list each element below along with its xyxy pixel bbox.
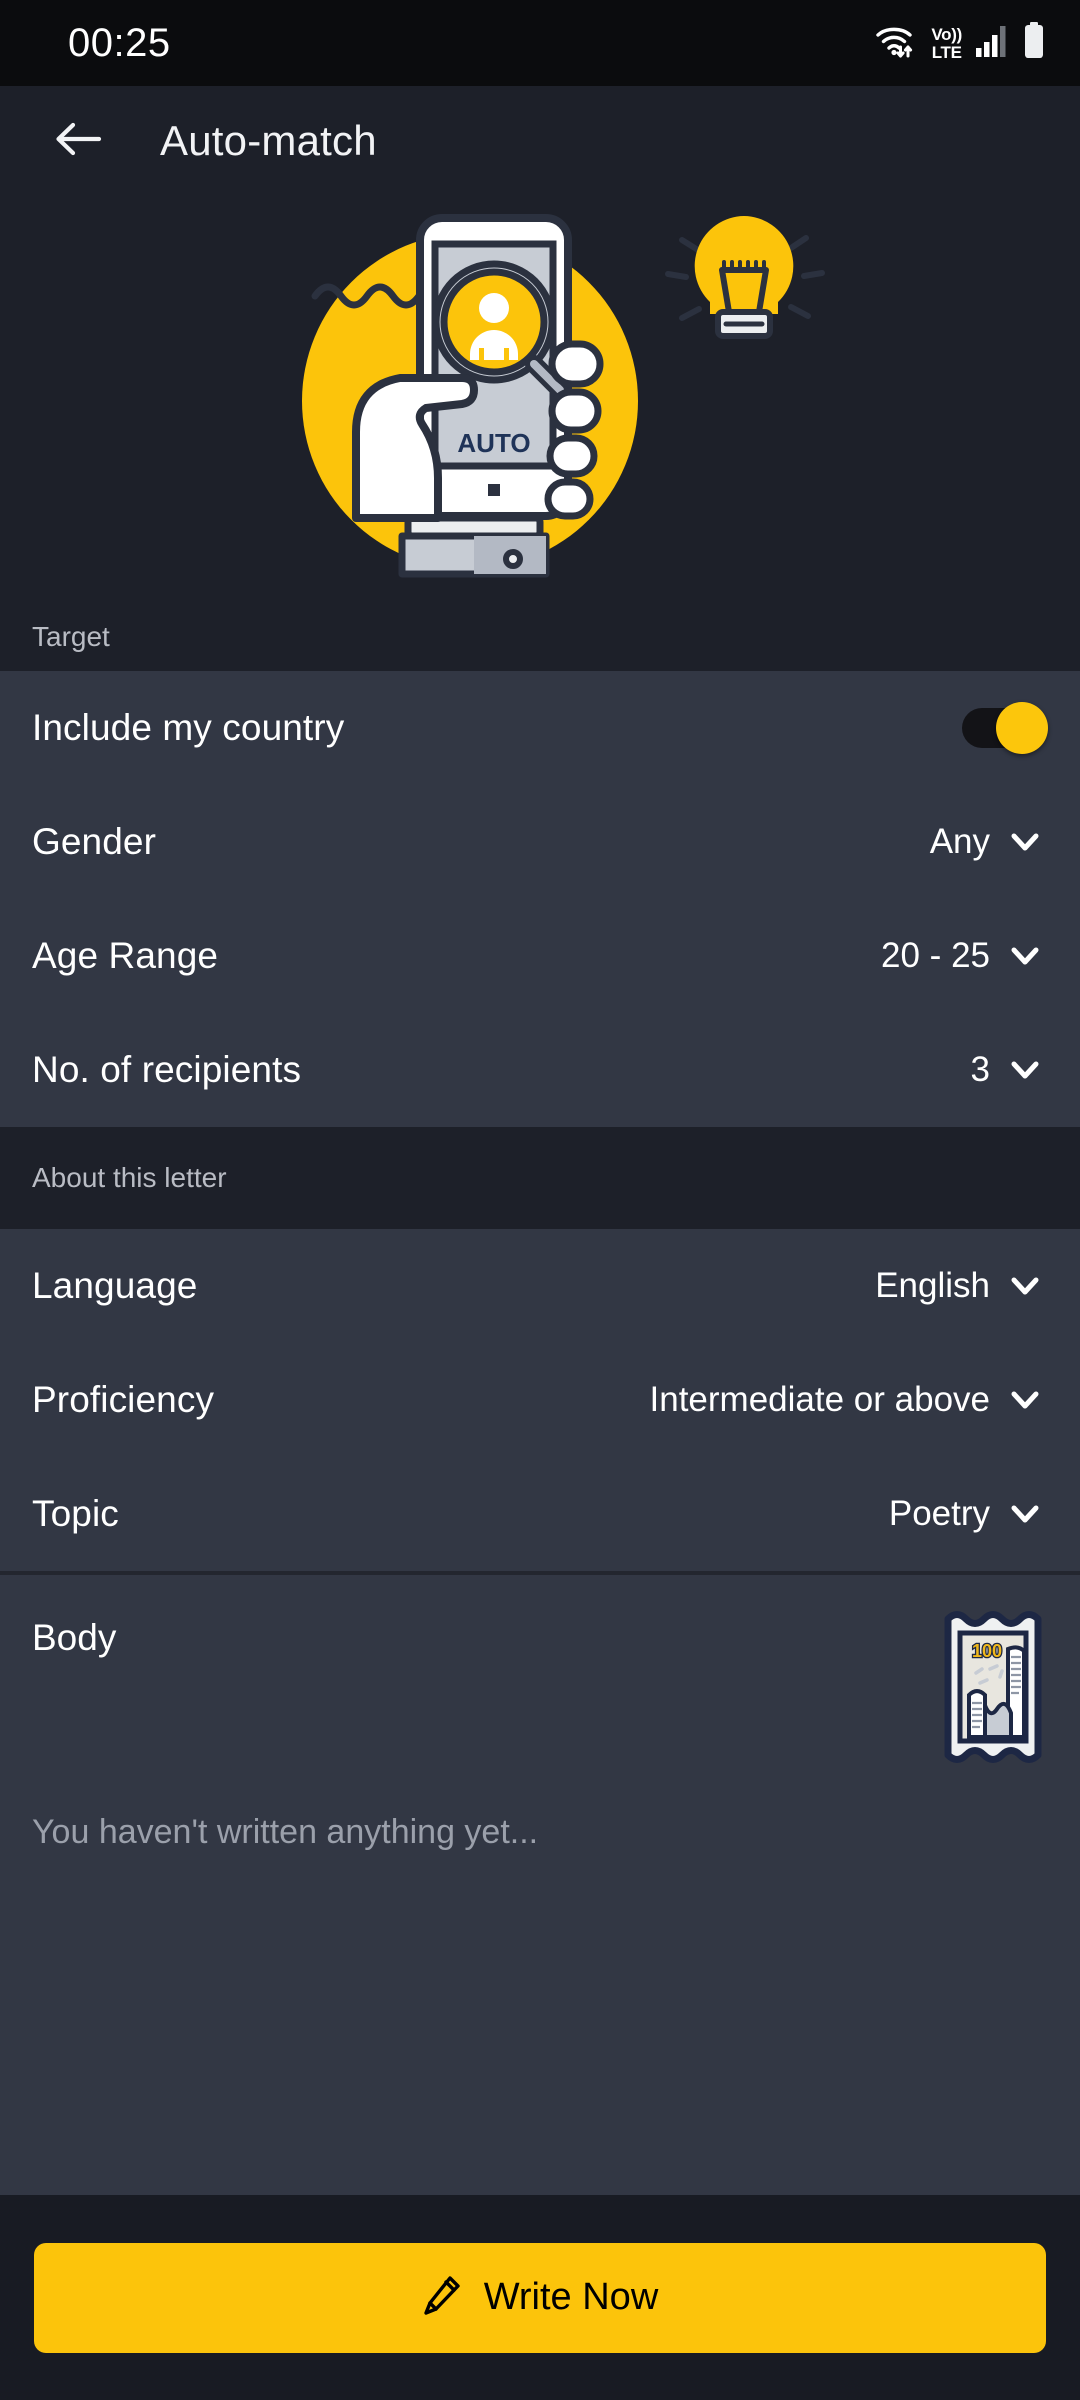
chevron-down-icon — [1008, 1053, 1042, 1087]
battery-full-icon — [1022, 21, 1046, 65]
chevron-down-icon — [1008, 1269, 1042, 1303]
app-bar: Auto-match — [0, 86, 1080, 196]
age-range-value: 20 - 25 — [881, 936, 990, 975]
section-header-about-this-letter: About this letter — [0, 1127, 1080, 1229]
volte-icon: Vo)) LTE — [931, 26, 962, 61]
topic-select[interactable]: Poetry — [889, 1494, 1048, 1534]
back-arrow-icon — [53, 117, 103, 166]
phone-auto-label: AUTO — [457, 428, 530, 458]
auto-match-screen: 00:25 Vo)) LTE Auto-match AUTO Target In… — [0, 0, 1080, 2400]
topic-value: Poetry — [888, 1494, 990, 1533]
auto-match-illustration: AUTO — [0, 196, 1080, 586]
section-header-target: Target — [0, 586, 1080, 671]
row-label-age-range: Age Range — [32, 935, 219, 976]
row-no-of-recipients[interactable]: No. of recipients 3 — [0, 1013, 1080, 1127]
row-age-range[interactable]: Age Range 20 - 25 — [0, 899, 1080, 1013]
write-now-button[interactable]: Write Now — [34, 2242, 1046, 2353]
write-now-label: Write Now — [483, 2276, 659, 2318]
no-of-recipients-select[interactable]: 3 — [971, 1050, 1048, 1090]
row-label-gender: Gender — [32, 821, 157, 862]
toggle-thumb — [996, 702, 1048, 754]
no-of-recipients-value: 3 — [970, 1050, 990, 1089]
row-proficiency[interactable]: Proficiency Intermediate or above — [0, 1343, 1080, 1457]
row-label-topic: Topic — [32, 1493, 119, 1534]
row-topic[interactable]: Topic Poetry — [0, 1457, 1080, 1571]
row-label-include-my-country: Include my country — [32, 707, 345, 748]
gender-value: Any — [929, 822, 990, 861]
signal-bars-icon — [975, 24, 1009, 63]
letter-body-block[interactable]: Body 100 You haven't written anything ye… — [0, 1575, 1080, 2195]
volte-label-top: Vo)) — [931, 24, 962, 44]
illustration-stand — [398, 514, 550, 578]
include-my-country-toggle[interactable] — [962, 702, 1048, 754]
row-gender[interactable]: Gender Any — [0, 785, 1080, 899]
row-label-language: Language — [32, 1265, 198, 1306]
chevron-down-icon — [1008, 825, 1042, 859]
back-button[interactable] — [42, 105, 114, 177]
language-value: English — [875, 1266, 990, 1305]
wifi-icon — [874, 21, 918, 66]
status-clock: 00:25 — [68, 20, 171, 65]
body-placeholder-text: You haven't written anything yet... — [32, 1813, 539, 1851]
language-select[interactable]: English — [875, 1266, 1048, 1306]
chevron-down-icon — [1008, 939, 1042, 973]
proficiency-value: Intermediate or above — [649, 1380, 990, 1419]
chevron-down-icon — [1008, 1383, 1042, 1417]
chevron-down-icon — [1008, 1497, 1042, 1531]
postage-stamp-icon: 100 — [938, 1607, 1048, 1772]
page-title: Auto-match — [160, 117, 377, 164]
volte-label-bottom: LTE — [931, 42, 962, 62]
about-this-letter-card: Language English Proficiency Intermediat… — [0, 1229, 1080, 1571]
lightbulb-icon — [694, 216, 794, 339]
stamp-value: 100 — [972, 1641, 1002, 1661]
proficiency-select[interactable]: Intermediate or above — [650, 1380, 1048, 1420]
bottom-action-bar: Write Now — [0, 2195, 1080, 2400]
row-label-proficiency: Proficiency — [32, 1379, 215, 1420]
row-label-no-of-recipients: No. of recipients — [32, 1049, 302, 1090]
target-card: Include my country Gender Any Age Range … — [0, 671, 1080, 1127]
pencil-icon — [422, 2274, 462, 2321]
row-language[interactable]: Language English — [0, 1229, 1080, 1343]
body-title: Body — [32, 1617, 117, 1658]
status-bar: 00:25 Vo)) LTE — [0, 0, 1080, 86]
body-header-row: Body 100 — [32, 1575, 1048, 1772]
age-range-select[interactable]: 20 - 25 — [881, 936, 1048, 976]
status-icon-group: Vo)) LTE — [874, 21, 1046, 66]
illustration-svg: AUTO — [302, 214, 825, 578]
row-include-my-country[interactable]: Include my country — [0, 671, 1080, 785]
gender-select[interactable]: Any — [930, 822, 1048, 862]
